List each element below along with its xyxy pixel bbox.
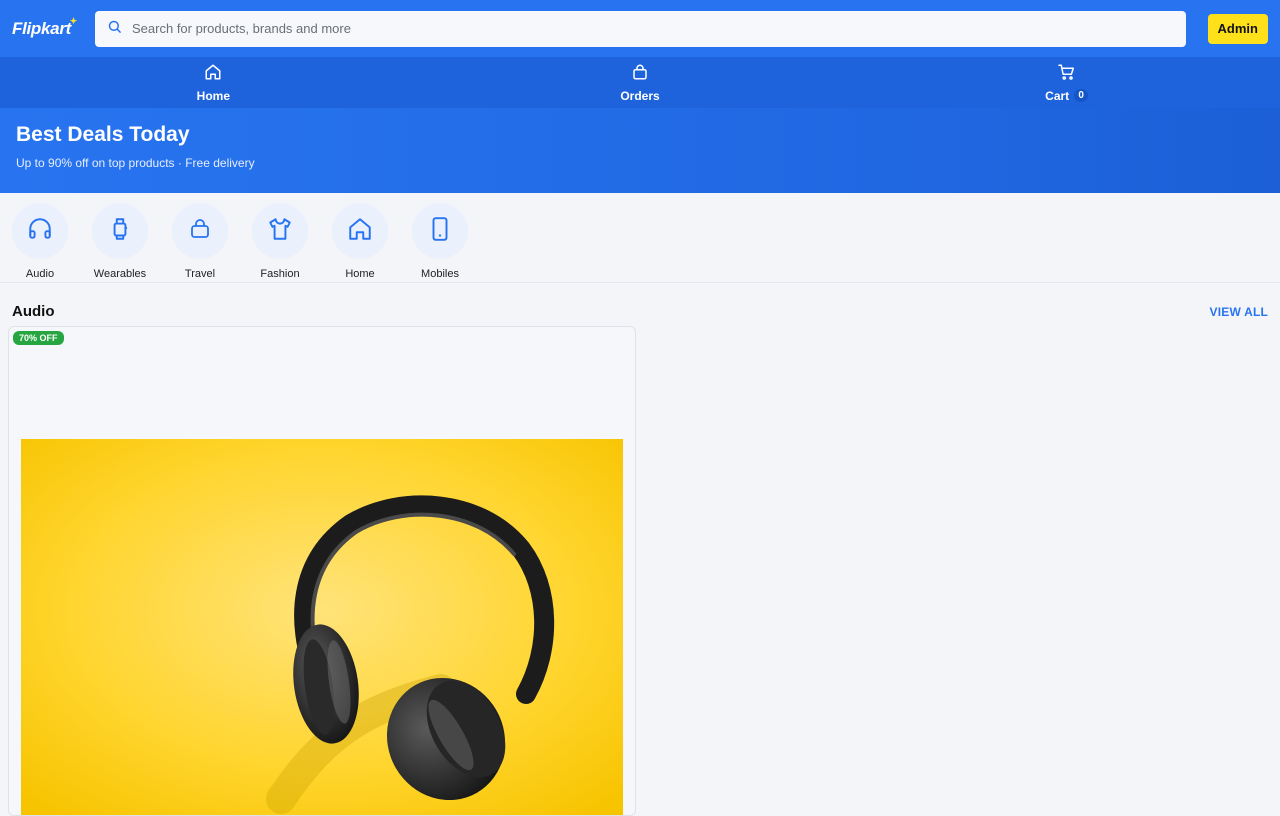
top-bar: Flipkart✦ Admin <box>0 0 1280 57</box>
nav-cart[interactable]: Cart 0 <box>853 63 1280 103</box>
category-wearables-circle <box>92 203 148 259</box>
banner-subtitle: Up to 90% off on top products · Free del… <box>16 156 255 170</box>
main-nav: Home Orders Cart 0 <box>0 57 1280 108</box>
category-travel[interactable]: Travel <box>172 203 228 282</box>
admin-button[interactable]: Admin <box>1207 13 1268 44</box>
category-audio[interactable]: Audio <box>12 203 68 282</box>
cart-icon <box>1057 63 1076 86</box>
home-icon <box>347 216 373 247</box>
deals-banner: Best Deals Today Up to 90% off on top pr… <box>0 108 1280 193</box>
search-input[interactable] <box>132 21 1174 36</box>
logo-star-icon: ✦ <box>69 15 78 26</box>
tshirt-icon <box>267 216 293 247</box>
category-home-circle <box>332 203 388 259</box>
category-mobiles-circle <box>412 203 468 259</box>
category-label: Home <box>345 268 375 280</box>
category-travel-circle <box>172 203 228 259</box>
category-wearables[interactable]: Wearables <box>92 203 148 282</box>
nav-cart-label-row: Cart 0 <box>1045 88 1089 103</box>
flipkart-logo[interactable]: Flipkart ✦ <box>12 16 77 39</box>
nav-home-label: Home <box>196 88 230 103</box>
nav-orders[interactable]: Orders <box>427 63 854 103</box>
category-fashion[interactable]: Fashion <box>252 203 308 282</box>
home-icon <box>204 63 222 86</box>
discount-badge: 70% OFF <box>13 331 64 345</box>
category-strip: Audio Wearables Travel Fashion Home Mobi… <box>0 193 1280 283</box>
category-label: Travel <box>184 268 216 280</box>
category-fashion-circle <box>252 203 308 259</box>
banner-title: Best Deals Today <box>16 123 190 146</box>
product-image <box>21 439 623 815</box>
headphones-image <box>21 439 623 815</box>
category-label: Audio <box>25 268 55 280</box>
bag-icon <box>188 217 212 246</box>
search-icon <box>107 19 122 39</box>
logo-text: Flipkart <box>12 18 72 38</box>
category-label: Mobiles <box>421 268 459 280</box>
category-mobiles[interactable]: Mobiles <box>412 203 468 282</box>
category-audio-circle <box>12 203 68 259</box>
search-bar[interactable] <box>95 10 1186 47</box>
category-label: Wearables <box>93 268 147 280</box>
nav-cart-label: Cart <box>1045 88 1070 103</box>
nav-orders-label: Orders <box>620 88 660 103</box>
nav-home[interactable]: Home <box>0 63 427 103</box>
mobile-icon <box>427 216 453 247</box>
watch-icon <box>107 216 133 247</box>
product-card[interactable]: 70% OFF <box>8 326 636 816</box>
cart-count-badge: 0 <box>1074 89 1089 102</box>
section-title: Audio <box>12 303 55 320</box>
headphones-icon <box>27 216 53 247</box>
section-header: Audio VIEW ALL <box>0 283 1280 326</box>
category-label: Fashion <box>260 268 300 280</box>
category-home[interactable]: Home <box>332 203 388 282</box>
bag-icon <box>631 63 649 86</box>
view-all-link[interactable]: VIEW ALL <box>1210 305 1268 319</box>
